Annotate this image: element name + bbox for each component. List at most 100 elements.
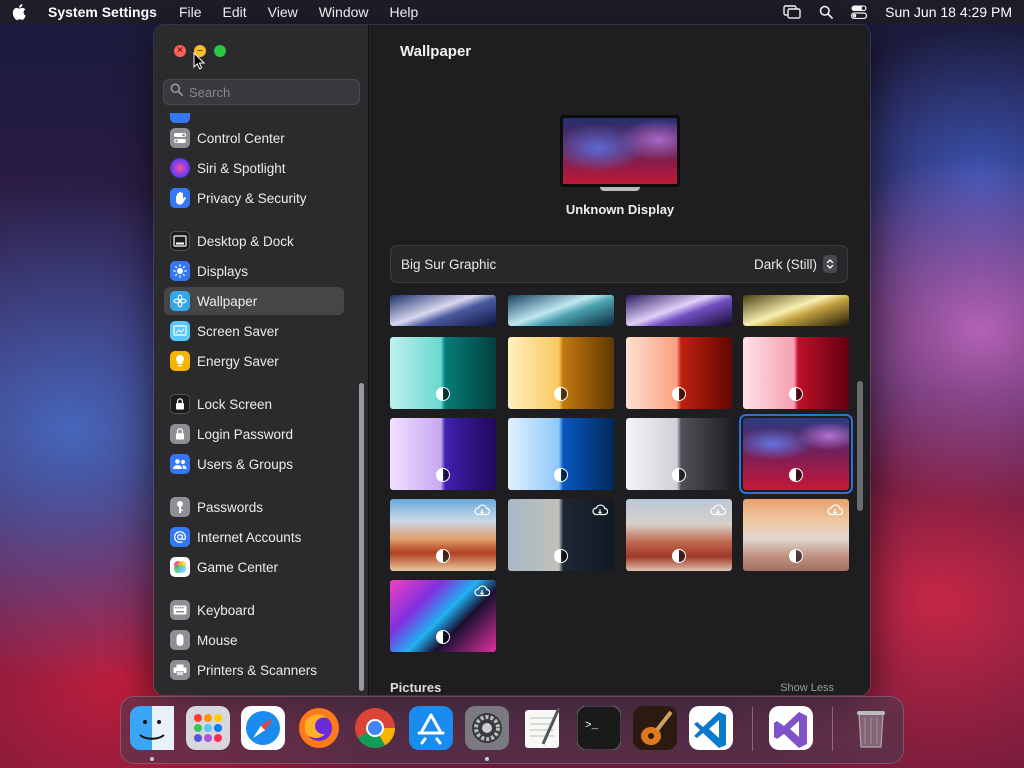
sidebar-item-lock-screen[interactable]: Lock Screen — [164, 390, 344, 418]
sidebar-item-label: Game Center — [197, 559, 279, 575]
dynamic-wallpaper-icon — [554, 387, 568, 401]
system-settings-icon[interactable] — [465, 706, 509, 750]
menu-help[interactable]: Help — [390, 4, 419, 20]
sidebar-item-wallpaper[interactable]: Wallpaper — [164, 287, 344, 315]
menu-view[interactable]: View — [268, 4, 298, 20]
trash-icon[interactable] — [849, 706, 893, 750]
menu-bar-clock[interactable]: Sun Jun 18 4:29 PM — [885, 4, 1012, 20]
apple-menu-icon[interactable] — [12, 4, 26, 20]
sidebar-item-label: Desktop & Dock — [197, 233, 294, 249]
wallpaper-grid — [390, 295, 858, 695]
sidebar-item-mouse[interactable]: Mouse — [164, 626, 344, 654]
sidebar-item-game-center[interactable]: Game Center — [164, 553, 344, 581]
wallpaper-thumb[interactable] — [626, 499, 732, 571]
appearance-popup[interactable]: Dark (Still) — [754, 255, 837, 273]
screen-mirroring-icon[interactable] — [783, 5, 801, 19]
lock-icon — [170, 424, 190, 444]
chrome-icon[interactable] — [353, 706, 397, 750]
wallpaper-thumb[interactable] — [508, 337, 614, 409]
sidebar-item-printers-scanners[interactable]: Printers & Scanners — [164, 656, 344, 684]
cloud-download-icon[interactable] — [592, 503, 609, 521]
firefox-icon[interactable] — [297, 706, 341, 750]
sidebar: × – Control Center Siri & Spotlight — [154, 25, 369, 695]
wallpaper-thumb[interactable] — [508, 295, 614, 326]
wallpaper-thumb[interactable] — [508, 499, 614, 571]
page-title: Wallpaper — [400, 43, 472, 60]
wallpaper-thumb-selected[interactable] — [739, 414, 853, 494]
cloud-download-icon[interactable] — [827, 503, 844, 521]
cloud-download-icon[interactable] — [474, 584, 491, 602]
menu-window[interactable]: Window — [319, 4, 369, 20]
wallpaper-thumb[interactable] — [626, 295, 732, 326]
sidebar-item-label: Mouse — [197, 632, 238, 648]
spotlight-search-icon[interactable] — [819, 5, 834, 19]
running-indicator — [150, 757, 154, 761]
wallpaper-thumb[interactable] — [390, 418, 496, 490]
wallpaper-thumb[interactable] — [390, 295, 496, 326]
safari-icon[interactable] — [241, 706, 285, 750]
sidebar-item-internet-accounts[interactable]: Internet Accounts — [164, 523, 344, 551]
system-settings-window: × – Control Center Siri & Spotlight — [154, 25, 870, 695]
appearance-value: Dark (Still) — [754, 256, 817, 272]
terminal-icon[interactable]: >_ — [577, 706, 621, 750]
sidebar-item-keyboard[interactable]: Keyboard — [164, 596, 344, 624]
sidebar-item-login-password[interactable]: Login Password — [164, 420, 344, 448]
sidebar-item-label: Control Center — [197, 130, 285, 146]
hand-icon — [170, 188, 190, 208]
sidebar-item-displays[interactable]: Displays — [164, 257, 344, 285]
search-input[interactable] — [189, 84, 349, 100]
wallpaper-thumb[interactable] — [390, 580, 496, 652]
cloud-download-icon[interactable] — [474, 503, 491, 521]
menu-file[interactable]: File — [179, 4, 202, 20]
game-center-icon — [170, 557, 190, 577]
close-window-button[interactable]: × — [174, 45, 186, 57]
sidebar-item-label: Lock Screen — [197, 396, 273, 412]
menu-edit[interactable]: Edit — [223, 4, 247, 20]
finder-icon[interactable] — [130, 706, 174, 750]
wallpaper-thumb[interactable] — [626, 418, 732, 490]
sidebar-item-label: Siri & Spotlight — [197, 160, 286, 176]
garageband-icon[interactable] — [633, 706, 677, 750]
sidebar-item-desktop-dock[interactable]: Desktop & Dock — [164, 227, 344, 255]
control-center-icon[interactable] — [851, 5, 868, 19]
sidebar-item-siri-spotlight[interactable]: Siri & Spotlight — [164, 154, 344, 182]
dynamic-wallpaper-icon — [672, 549, 686, 563]
launchpad-icon[interactable] — [186, 706, 230, 750]
wallpaper-thumb[interactable] — [743, 295, 849, 326]
wallpaper-scrollbar[interactable] — [857, 381, 863, 511]
app-store-icon[interactable] — [409, 706, 453, 750]
wallpaper-thumb[interactable] — [390, 337, 496, 409]
sidebar-item-label: Keyboard — [197, 602, 255, 618]
sidebar-item-users-groups[interactable]: Users & Groups — [164, 450, 344, 478]
sidebar-item-label: Energy Saver — [197, 353, 279, 369]
sidebar-item-label: Privacy & Security — [197, 190, 307, 206]
sidebar-item-screen-saver[interactable]: Screen Saver — [164, 317, 344, 345]
mouse-icon — [170, 630, 190, 650]
dynamic-wallpaper-icon — [789, 387, 803, 401]
wallpaper-thumb[interactable] — [743, 337, 849, 409]
wallpaper-thumb[interactable] — [508, 418, 614, 490]
wallpaper-thumb[interactable] — [626, 337, 732, 409]
sidebar-item-privacy-security[interactable]: Privacy & Security — [164, 184, 344, 212]
wallpaper-thumb[interactable] — [743, 499, 849, 571]
sidebar-search[interactable] — [163, 79, 360, 105]
sidebar-item-energy-saver[interactable]: Energy Saver — [164, 347, 344, 375]
sidebar-item-control-center[interactable]: Control Center — [164, 124, 344, 152]
wallpaper-thumb[interactable] — [390, 499, 496, 571]
users-icon — [170, 454, 190, 474]
section-header-pictures: Pictures — [390, 680, 442, 695]
flower-icon — [170, 291, 190, 311]
sidebar-item-passwords[interactable]: Passwords — [164, 493, 344, 521]
show-less-button[interactable]: Show Less — [780, 682, 834, 694]
screen-saver-icon — [170, 321, 190, 341]
dynamic-wallpaper-icon — [672, 387, 686, 401]
app-name-menu[interactable]: System Settings — [48, 4, 157, 20]
sidebar-item-label: Users & Groups — [197, 456, 294, 472]
visual-studio-icon[interactable] — [769, 706, 813, 750]
vscode-icon[interactable] — [689, 706, 733, 750]
zoom-window-button[interactable] — [214, 45, 226, 57]
cloud-download-icon[interactable] — [710, 503, 727, 521]
textedit-icon[interactable] — [521, 706, 565, 750]
keyboard-icon — [170, 600, 190, 620]
sidebar-scrollbar[interactable] — [359, 383, 364, 691]
